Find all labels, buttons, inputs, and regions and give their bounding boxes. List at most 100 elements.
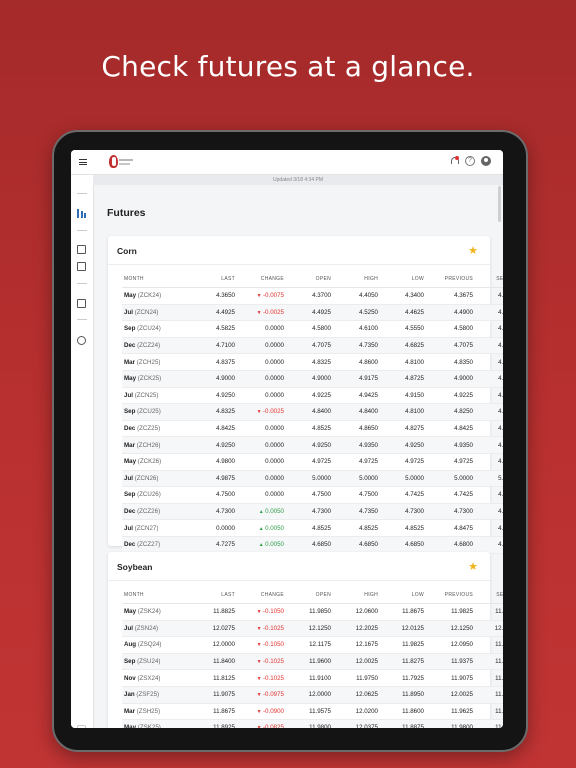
open-cell: 4.8525	[286, 420, 333, 438]
month-cell: May (ZCK26)	[122, 453, 188, 471]
open-cell: 4.3700	[286, 287, 333, 305]
month-cell: Jul (ZSN24)	[122, 620, 188, 638]
low-cell: 4.5550	[380, 320, 426, 338]
globe-icon[interactable]	[77, 336, 86, 345]
column-header[interactable]: MONTH	[122, 270, 188, 288]
column-header[interactable]: OPEN	[286, 270, 333, 288]
table-row[interactable]: Jul (ZCN24) 4.4925 ▼ -0.0025 4.4925 4.5250 4.…	[122, 304, 503, 322]
table-row[interactable]: May (ZCK24) 4.3650 ▼ -0.0075 4.3700 4.4050 4.…	[122, 287, 503, 305]
month-label: May	[124, 608, 137, 616]
change-cell: 0.0000	[237, 420, 286, 438]
last-cell: 11.8825	[188, 603, 237, 621]
news-icon[interactable]	[77, 262, 86, 271]
table-row[interactable]: Aug (ZSQ24) 12.0000 ▼ -0.1050 12.1175 12.167…	[122, 636, 503, 654]
column-header[interactable]: LOW	[380, 586, 426, 604]
menu-icon[interactable]	[79, 159, 87, 166]
column-header[interactable]: SETTLE	[475, 586, 503, 604]
table-row[interactable]: Jul (ZCN25) 4.9250 0.0000 4.9225 4.9425 4.915…	[122, 387, 503, 405]
symbol-label: (ZCZ27)	[137, 541, 161, 549]
column-header[interactable]: MONTH	[122, 586, 188, 604]
column-header[interactable]: LAST	[188, 270, 237, 288]
favorite-star-icon[interactable]: ★	[468, 244, 478, 257]
last-cell: 4.9800	[188, 453, 237, 471]
settle-cell: 4.5800	[475, 320, 503, 338]
month-cell: May (ZCK25)	[122, 370, 188, 388]
table-row[interactable]: May (ZSK25)11.8925▼ -0.082511.980012.037…	[122, 719, 503, 728]
sidebar-divider	[77, 193, 87, 194]
column-header[interactable]: OPEN	[286, 586, 333, 604]
card-divider	[108, 264, 490, 265]
calendar-icon[interactable]	[77, 245, 86, 254]
card-title: Soybean	[117, 562, 153, 572]
updated-timestamp: Updated 3/18 4:34 PM	[93, 175, 503, 185]
column-header[interactable]: PREVIOUS	[426, 586, 475, 604]
symbol-label: (ZCH26)	[136, 441, 161, 449]
column-header[interactable]: PREVIOUS	[426, 270, 475, 288]
table-row[interactable]: Sep (ZCU26) 4.7500 0.0000 4.7500 4.7500 4.742…	[122, 486, 503, 504]
month-cell: Jan (ZSF25)	[122, 686, 188, 704]
table-row[interactable]: Jul (ZCN26) 4.9875 0.0000 5.0000 5.0000 5.000…	[122, 470, 503, 488]
table-row[interactable]: Mar (ZSH25) 11.8675 ▼ -0.0900 11.9575 12.020…	[122, 703, 503, 721]
column-header[interactable]: CHANGE	[237, 270, 286, 288]
table-row[interactable]: Dec (ZCZ25) 4.8425 0.0000 4.8525 4.8650 4.827…	[122, 420, 503, 438]
column-header[interactable]: HIGH	[333, 270, 380, 288]
marketing-headline: Check futures at a glance.	[101, 50, 475, 83]
last-cell: 4.9875	[188, 470, 237, 488]
favorite-star-icon[interactable]: ★	[468, 560, 478, 573]
table-row[interactable]: Sep (ZCU25) 4.8325 ▼ -0.0025 4.8400 4.8400 4.…	[122, 403, 503, 421]
table-row[interactable]: Nov (ZSX24) 11.8125 ▼ -0.1025 11.9100 11.975…	[122, 669, 503, 687]
table-row[interactable]: Dec (ZCZ27) 4.7275 ▲ 0.0050 4.6850 4.6850 4.6…	[122, 536, 503, 554]
column-header[interactable]: LOW	[380, 270, 426, 288]
brand-logo[interactable]	[107, 154, 135, 170]
futures-chart-icon[interactable]	[77, 209, 86, 218]
change-value: 0.0000	[265, 391, 284, 399]
settle-cell: 11.8975	[475, 719, 503, 728]
column-header[interactable]: SETTLE	[475, 270, 503, 288]
table-row[interactable]: Dec (ZCZ26) 4.7300 ▲ 0.0050 4.7300 4.7350 4.7…	[122, 503, 503, 521]
table-row[interactable]: Sep (ZCU24) 4.5825 0.0000 4.5800 4.6100 4.555…	[122, 320, 503, 338]
prev-cell: 4.9000	[426, 370, 475, 388]
table-row[interactable]: May (ZSK24) 11.8825 ▼ -0.1050 11.9850 12.060…	[122, 603, 503, 621]
month-label: Nov	[124, 674, 136, 682]
last-cell: 11.9075	[188, 686, 237, 704]
table-row[interactable]: Jul (ZSN24) 12.0275 ▼ -0.1025 12.1250 12.202…	[122, 620, 503, 638]
settle-cell: 4.8350	[475, 353, 503, 371]
help-icon[interactable]: ?	[465, 156, 475, 166]
table-row[interactable]: Dec (ZCZ24) 4.7100 0.0000 4.7075 4.7350 4.682…	[122, 337, 503, 355]
open-cell: 11.9100	[286, 669, 333, 687]
user-icon[interactable]	[481, 156, 491, 166]
high-cell: 4.7350	[333, 503, 380, 521]
settle-cell: 4.8425	[475, 420, 503, 438]
prev-cell: 11.9625	[426, 703, 475, 721]
high-cell: 4.9725	[333, 453, 380, 471]
month-cell: Dec (ZCZ24)	[122, 337, 188, 355]
month-cell: May (ZSK25)	[122, 719, 188, 728]
low-cell: 5.0000	[380, 470, 426, 488]
change-cell: 0.0000	[237, 486, 286, 504]
column-header[interactable]: HIGH	[333, 586, 380, 604]
table-row[interactable]: Sep (ZSU24) 11.8400 ▼ -0.1025 11.9600 12.002…	[122, 653, 503, 671]
table-row[interactable]: Jan (ZSF25) 11.9075 ▼ -0.0975 12.0000 12.062…	[122, 686, 503, 704]
settle-cell: 11.8725	[475, 703, 503, 721]
high-cell: 4.8525	[333, 519, 380, 537]
open-cell: 12.0000	[286, 686, 333, 704]
table-row[interactable]: Mar (ZCH25) 4.8375 0.0000 4.8325 4.8600 4.810…	[122, 353, 503, 371]
open-cell: 4.9725	[286, 453, 333, 471]
last-cell: 4.8425	[188, 420, 237, 438]
checklist-icon[interactable]	[77, 299, 86, 308]
scrollbar[interactable]	[498, 186, 501, 222]
table-row[interactable]: Mar (ZCH26) 4.9250 0.0000 4.9250 4.9350 4.925…	[122, 436, 503, 454]
table-row[interactable]: Jul (ZCN27) 0.0000 ▲ 0.0050 4.8525 4.8525 4.8…	[122, 519, 503, 537]
settle-cell: 4.8225	[475, 403, 503, 421]
column-header[interactable]: CHANGE	[237, 586, 286, 604]
month-cell: Sep (ZSU24)	[122, 653, 188, 671]
device-icon[interactable]	[77, 725, 86, 728]
month-cell: Mar (ZCH26)	[122, 436, 188, 454]
change-cell: ▲ 0.0050	[237, 519, 286, 537]
bell-icon[interactable]	[449, 156, 459, 166]
table-row[interactable]: May (ZCK26) 4.9800 0.0000 4.9725 4.9725 4.972…	[122, 453, 503, 471]
symbol-label: (ZCH25)	[136, 358, 161, 366]
last-cell: 11.8925	[188, 719, 237, 728]
column-header[interactable]: LAST	[188, 586, 237, 604]
table-row[interactable]: May (ZCK25) 4.9000 0.0000 4.9000 4.9175 4.872…	[122, 370, 503, 388]
